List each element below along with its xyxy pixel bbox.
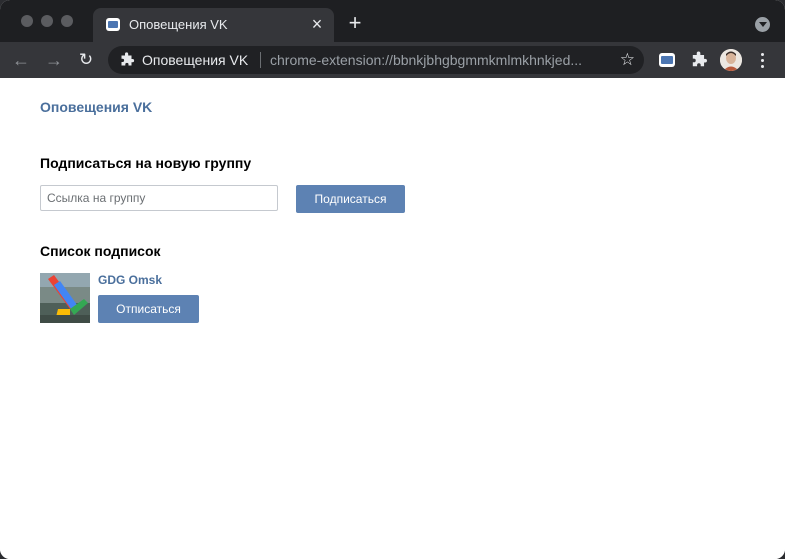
unsubscribe-button[interactable]: Отписаться <box>98 295 199 323</box>
close-tab-icon[interactable]: × <box>308 15 326 33</box>
app-title: Оповещения VK <box>40 99 153 115</box>
browser-window: Оповещения VK × + ← → ↻ Оповещения VK ch… <box>0 0 785 559</box>
browser-menu-icon[interactable] <box>754 50 770 70</box>
forward-arrow-icon[interactable]: → <box>42 48 66 72</box>
group-name-link[interactable]: GDG Omsk <box>98 273 162 287</box>
vk-extension-icon[interactable] <box>659 53 675 67</box>
group-avatar <box>40 273 90 323</box>
maximize-window-button[interactable] <box>61 15 73 27</box>
minimize-window-button[interactable] <box>41 15 53 27</box>
profile-avatar[interactable] <box>720 49 742 71</box>
reload-icon[interactable]: ↻ <box>74 48 98 72</box>
url-text[interactable]: chrome-extension://bbnkjbhgbgmmkmlmkhnkj… <box>270 52 610 68</box>
subscribe-heading: Подписаться на новую группу <box>40 155 252 171</box>
site-name: Оповещения VK <box>142 52 249 68</box>
tab-strip: Оповещения VK × + <box>0 0 785 42</box>
back-arrow-icon[interactable]: ← <box>9 48 33 72</box>
group-link-input[interactable] <box>40 185 278 211</box>
close-window-button[interactable] <box>21 15 33 27</box>
tab-title: Оповещения VK <box>129 17 228 32</box>
subscribe-button[interactable]: Подписаться <box>296 185 405 213</box>
extension-favicon-icon <box>106 18 120 31</box>
extension-page: Оповещения VK Подписаться на новую групп… <box>0 78 785 559</box>
omnibox-divider <box>260 52 261 68</box>
address-bar[interactable]: Оповещения VK chrome-extension://bbnkjbh… <box>108 46 644 74</box>
tab-search-icon[interactable] <box>755 17 770 32</box>
new-tab-icon[interactable]: + <box>345 12 365 34</box>
extensions-puzzle-icon[interactable] <box>690 51 708 69</box>
bookmark-star-icon[interactable]: ☆ <box>620 50 635 70</box>
puzzle-icon <box>121 52 135 66</box>
subscriptions-heading: Список подписок <box>40 243 161 259</box>
tab-active[interactable]: Оповещения VK × <box>93 8 334 42</box>
